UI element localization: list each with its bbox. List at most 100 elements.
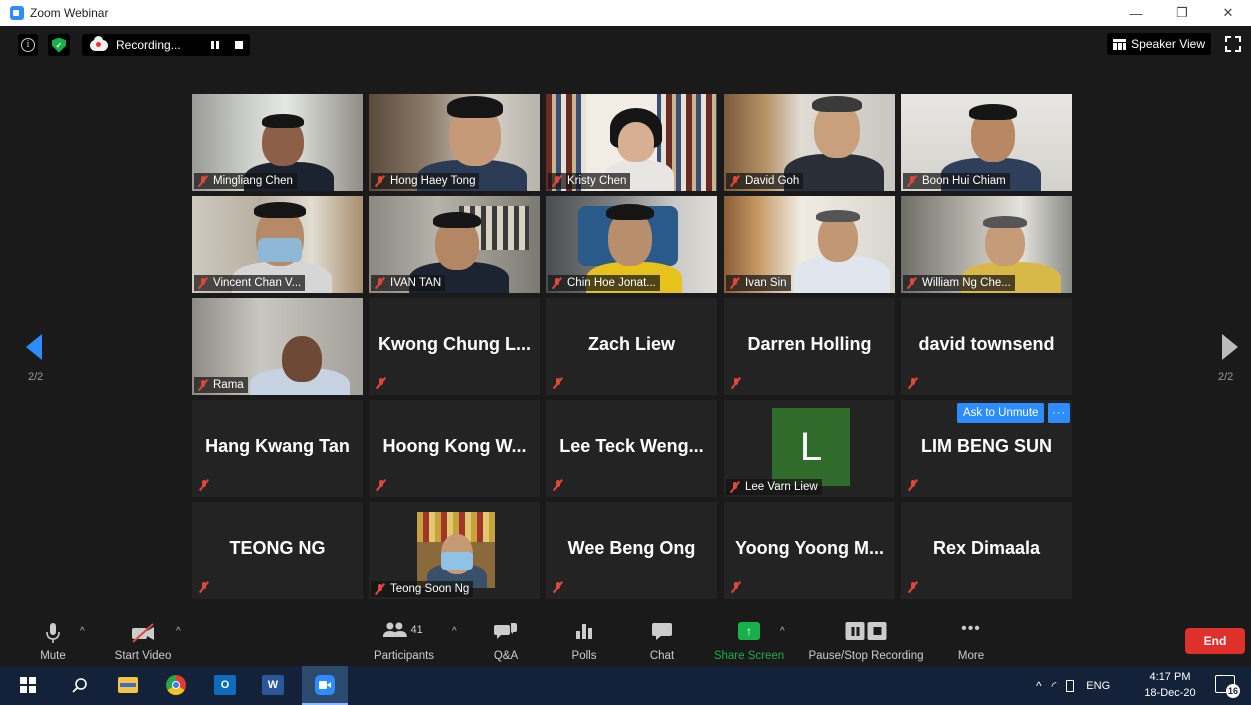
participant-name: Wee Beng Ong bbox=[567, 538, 696, 558]
stop-recording-icon[interactable] bbox=[234, 41, 243, 49]
video-tile[interactable]: IVAN TAN bbox=[369, 196, 540, 293]
close-button[interactable]: ✕ bbox=[1205, 0, 1251, 26]
video-tile[interactable]: Kristy Chen bbox=[546, 94, 717, 191]
outlook-icon[interactable]: O bbox=[214, 675, 236, 695]
participant-tile[interactable]: Rex Dimaala bbox=[901, 502, 1072, 599]
previous-page-arrow-icon[interactable] bbox=[26, 334, 42, 360]
audio-options-caret[interactable]: ^ bbox=[80, 626, 85, 637]
word-icon[interactable]: W bbox=[262, 675, 284, 695]
participant-tile[interactable]: Darren Holling bbox=[724, 298, 895, 395]
windows-start-icon[interactable] bbox=[20, 677, 36, 693]
mic-muted-icon bbox=[552, 581, 564, 593]
start-video-button[interactable]: Start Video bbox=[110, 618, 176, 666]
participant-name-label: William Ng Che... bbox=[903, 275, 1015, 291]
search-icon[interactable] bbox=[72, 677, 88, 693]
mic-muted-icon bbox=[552, 377, 564, 389]
mic-muted-icon bbox=[198, 479, 210, 491]
cloud-recording-icon bbox=[90, 35, 108, 51]
window-controls: — ❐ ✕ bbox=[1113, 0, 1251, 26]
participant-count: 41 bbox=[410, 624, 423, 636]
minimize-button[interactable]: — bbox=[1113, 0, 1159, 26]
qa-icon bbox=[494, 623, 517, 639]
more-options-button[interactable]: ··· bbox=[1048, 403, 1070, 423]
participants-button[interactable]: 41 Participants bbox=[370, 618, 438, 666]
participant-tile[interactable]: L Lee Varn Liew bbox=[724, 400, 895, 497]
participant-tile[interactable]: Teong Soon Ng bbox=[369, 502, 540, 599]
video-tile[interactable]: Ivan Sin bbox=[724, 196, 895, 293]
meeting-toolbar: Mute ^ Start Video ^ 41 Participants ^ Q… bbox=[0, 618, 1251, 666]
mic-muted-icon bbox=[197, 175, 209, 187]
chrome-icon[interactable] bbox=[166, 675, 186, 695]
video-tile[interactable]: David Goh bbox=[724, 94, 895, 191]
clock[interactable]: 4:17 PM 18-Dec-20 bbox=[1142, 669, 1198, 701]
participants-options-caret[interactable]: ^ bbox=[452, 626, 457, 637]
encryption-button[interactable]: ✓ bbox=[48, 34, 70, 56]
battery-icon[interactable] bbox=[1066, 679, 1075, 692]
speaker-view-icon bbox=[1113, 38, 1127, 50]
mic-muted-icon bbox=[729, 175, 741, 187]
more-button[interactable]: ••• More bbox=[954, 618, 988, 666]
participant-tile[interactable]: Yoong Yoong M... bbox=[724, 502, 895, 599]
video-tile[interactable]: Hong Haey Tong bbox=[369, 94, 540, 191]
notifications-icon[interactable]: 16 bbox=[1215, 675, 1240, 698]
restore-button[interactable]: ❐ bbox=[1159, 0, 1205, 26]
participant-name: Darren Holling bbox=[747, 334, 872, 354]
participant-name-label: Teong Soon Ng bbox=[371, 581, 474, 597]
participant-tile[interactable]: Wee Beng Ong bbox=[546, 502, 717, 599]
participant-tile[interactable]: Zach Liew bbox=[546, 298, 717, 395]
file-explorer-icon[interactable] bbox=[118, 677, 138, 693]
video-tile[interactable]: William Ng Che... bbox=[901, 196, 1072, 293]
end-button[interactable]: End bbox=[1185, 628, 1245, 654]
pause-stop-recording-button[interactable]: Pause/Stop Recording bbox=[804, 618, 928, 666]
share-screen-button[interactable]: ↑ Share Screen bbox=[712, 618, 786, 666]
video-tile[interactable]: Chin Hoe Jonat... bbox=[546, 196, 717, 293]
fullscreen-icon[interactable] bbox=[1225, 36, 1241, 52]
polls-button[interactable]: Polls bbox=[568, 618, 600, 666]
mic-muted-icon bbox=[197, 277, 209, 289]
zoom-app-icon bbox=[10, 6, 24, 20]
mic-muted-icon bbox=[551, 175, 563, 187]
participant-name: Hoong Kong W... bbox=[382, 436, 527, 456]
participant-tile[interactable]: Hoong Kong W... bbox=[369, 400, 540, 497]
zoom-taskbar-icon bbox=[315, 675, 335, 695]
participant-name-label: Hong Haey Tong bbox=[371, 173, 480, 189]
language-indicator[interactable]: ENG bbox=[1086, 680, 1110, 692]
shield-icon: ✓ bbox=[52, 37, 66, 53]
chat-button[interactable]: Chat bbox=[646, 618, 678, 666]
participant-tile[interactable]: Ask to Unmute ··· LIM BENG SUN bbox=[901, 400, 1072, 497]
mic-muted-icon bbox=[907, 581, 919, 593]
pause-recording-icon[interactable] bbox=[210, 41, 219, 49]
mute-button[interactable]: Mute bbox=[34, 618, 72, 666]
participant-tile[interactable]: Hang Kwang Tan bbox=[192, 400, 363, 497]
ask-to-unmute-button[interactable]: Ask to Unmute bbox=[957, 403, 1045, 423]
video-options-caret[interactable]: ^ bbox=[176, 626, 181, 637]
video-tile[interactable]: Vincent Chan V... bbox=[192, 196, 363, 293]
participant-name: TEONG NG bbox=[229, 538, 326, 558]
participant-name-label: Ivan Sin bbox=[726, 275, 791, 291]
qa-button[interactable]: Q&A bbox=[490, 618, 522, 666]
show-hidden-icons-icon[interactable]: ^ bbox=[1036, 679, 1042, 693]
speaker-view-button[interactable]: Speaker View bbox=[1107, 33, 1211, 55]
participant-tile[interactable]: Lee Teck Weng... bbox=[546, 400, 717, 497]
video-tile[interactable]: Boon Hui Chiam bbox=[901, 94, 1072, 191]
next-page-arrow-icon[interactable] bbox=[1222, 334, 1238, 360]
participant-tile[interactable]: david townsend bbox=[901, 298, 1072, 395]
more-dots-icon: ••• bbox=[961, 620, 981, 637]
participant-tile[interactable]: Kwong Chung L... bbox=[369, 298, 540, 395]
meeting-info-button[interactable]: i bbox=[18, 34, 38, 56]
zoom-taskbar-button[interactable] bbox=[302, 666, 348, 705]
video-tile[interactable]: Rama bbox=[192, 298, 363, 395]
share-options-caret[interactable]: ^ bbox=[780, 626, 785, 637]
chat-icon bbox=[652, 623, 672, 640]
page-indicator-left: 2/2 bbox=[28, 371, 44, 383]
participant-name-label: Chin Hoe Jonat... bbox=[548, 275, 660, 291]
mic-muted-icon bbox=[729, 277, 741, 289]
participant-name: Kwong Chung L... bbox=[378, 334, 531, 354]
mic-muted-icon bbox=[375, 377, 387, 389]
wifi-icon[interactable]: ◜ bbox=[1052, 679, 1057, 693]
participant-name-label: IVAN TAN bbox=[371, 275, 446, 291]
video-tile[interactable]: Mingliang Chen bbox=[192, 94, 363, 191]
participant-tile[interactable]: TEONG NG bbox=[192, 502, 363, 599]
mic-muted-icon bbox=[730, 377, 742, 389]
share-screen-icon: ↑ bbox=[738, 622, 760, 640]
